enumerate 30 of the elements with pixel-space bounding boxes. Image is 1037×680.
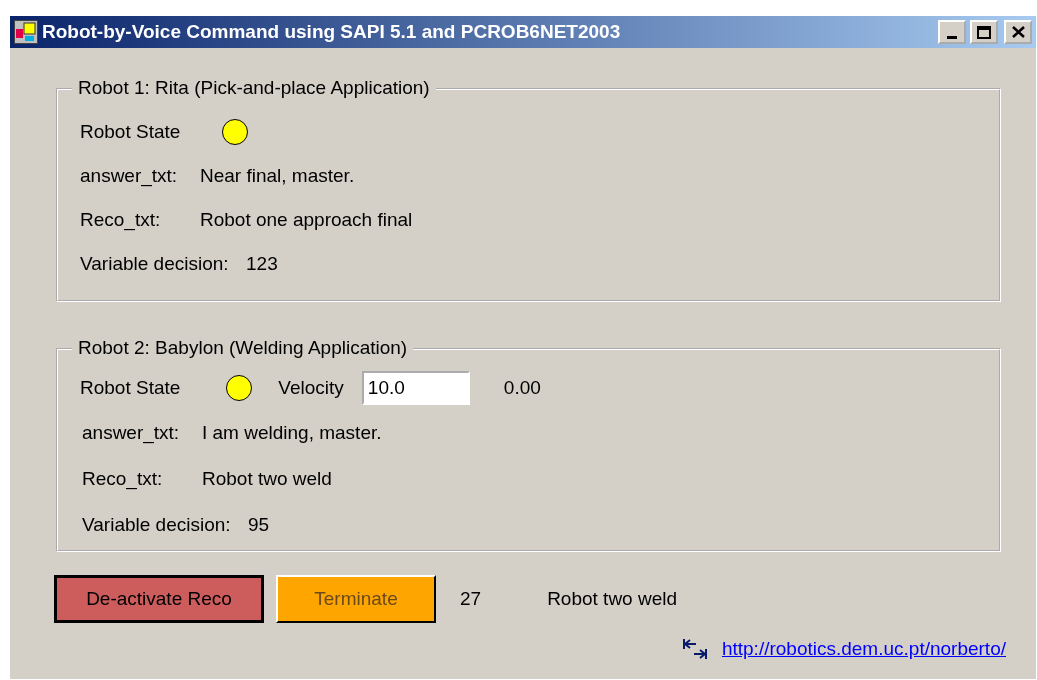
field-value: Robot two weld: [202, 468, 332, 490]
field-label: answer_txt:: [80, 165, 179, 187]
minimize-icon: [947, 35, 957, 39]
field-value: 123: [246, 253, 278, 275]
maximize-icon: [977, 25, 991, 39]
field-label: Reco_txt:: [80, 209, 162, 231]
window-title: Robot-by-Voice Command using SAPI 5.1 and PCROB6NET2003: [42, 21, 622, 43]
link-icon: [681, 638, 708, 660]
velocity-reading: 0.00: [503, 377, 541, 399]
recognized-text: Robot two weld: [547, 588, 678, 610]
website-link[interactable]: http://robotics.dem.uc.pt/norberto/: [721, 638, 1006, 660]
minimize-button[interactable]: [938, 20, 966, 44]
velocity-field[interactable]: 10.0: [361, 371, 470, 405]
close-icon: [1011, 26, 1025, 38]
field-label: Reco_txt:: [82, 468, 164, 490]
velocity-label: Velocity: [278, 377, 344, 399]
field-label: Variable decision:: [80, 253, 230, 275]
field-value: Near final, master.: [200, 165, 355, 187]
field-value: 95: [248, 514, 270, 536]
maximize-button[interactable]: [970, 20, 998, 44]
app-icon: [14, 20, 38, 44]
count-text: 27: [460, 588, 482, 610]
state-label: Robot State: [80, 377, 181, 399]
field-label: answer_txt:: [82, 422, 181, 444]
deactivate-button[interactable]: De-activate Reco: [54, 575, 264, 623]
state-label: Robot State: [80, 121, 181, 143]
close-button[interactable]: [1004, 20, 1032, 44]
field-value: I am welding, master.: [202, 422, 382, 444]
field-value: Robot one approach final: [200, 209, 413, 231]
field-label: Variable decision:: [82, 514, 232, 536]
